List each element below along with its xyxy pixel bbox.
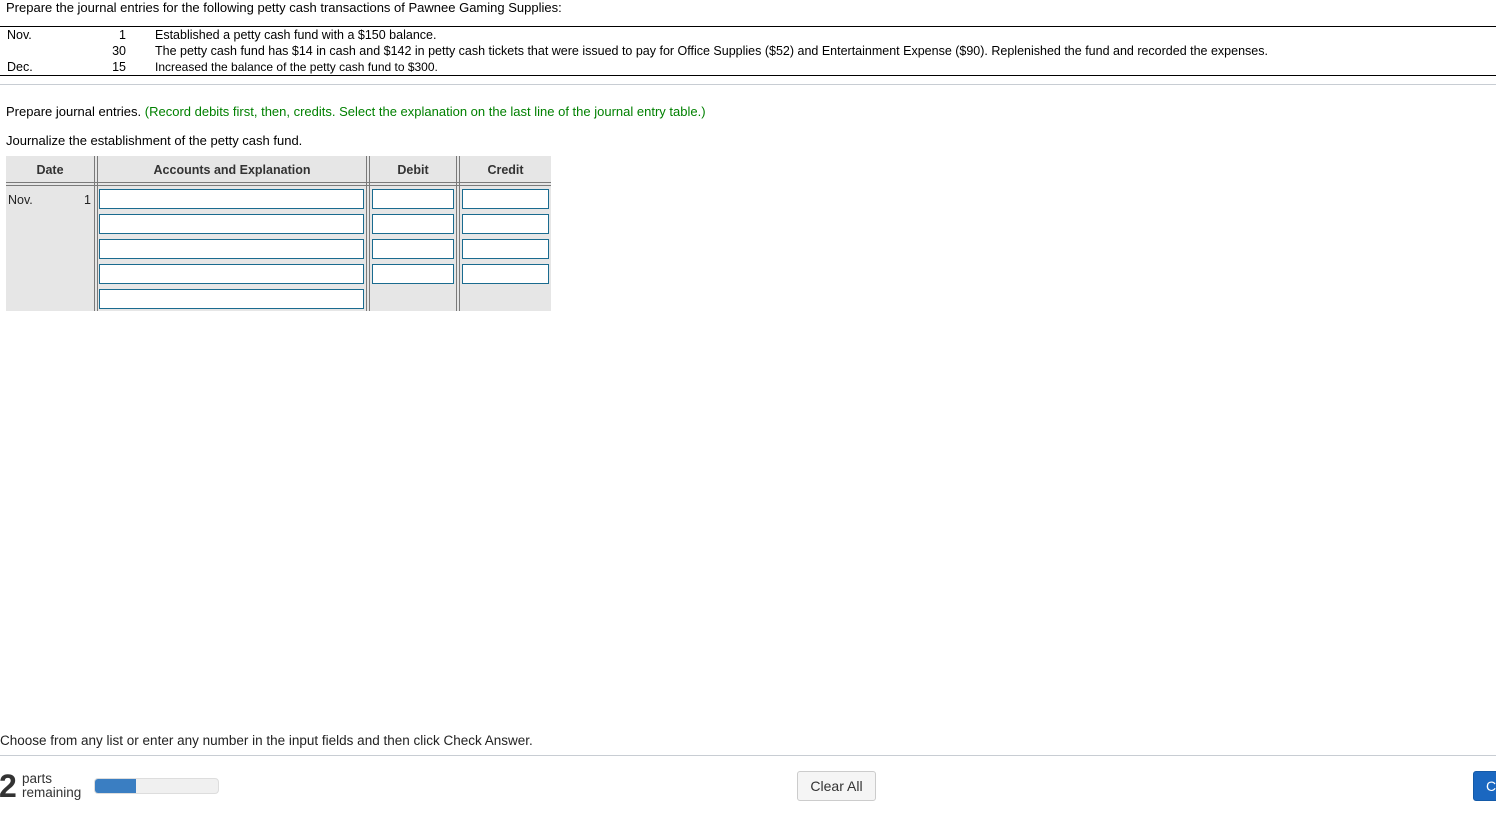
account-input-4[interactable] <box>99 264 364 284</box>
transaction-month: Nov. <box>7 28 32 42</box>
header-divider <box>6 182 551 186</box>
transaction-row: Nov. 1 Established a petty cash fund wit… <box>0 27 1496 44</box>
transaction-row: Dec. 15 Increased the balance of the pet… <box>0 59 1496 76</box>
transaction-description: Established a petty cash fund with a $15… <box>155 28 437 42</box>
parts-label-line-1: parts <box>22 771 53 786</box>
transaction-day: 1 <box>119 28 126 42</box>
debit-input-3[interactable] <box>372 239 454 259</box>
transaction-month <box>0 43 92 59</box>
debit-input-4[interactable] <box>372 264 454 284</box>
transaction-row: 30 The petty cash fund has $14 in cash a… <box>0 43 1496 59</box>
credit-input-2[interactable] <box>462 214 549 234</box>
header-credit: Credit <box>487 163 524 177</box>
account-input-1[interactable] <box>99 189 364 209</box>
check-answer-button[interactable]: C <box>1473 771 1496 801</box>
divider <box>0 84 1496 85</box>
transaction-description: The petty cash fund has $14 in cash and … <box>155 44 1268 58</box>
debit-input-2[interactable] <box>372 214 454 234</box>
subtask-prompt: Journalize the establishment of the pett… <box>6 133 303 148</box>
account-input-2[interactable] <box>99 214 364 234</box>
footer-instructions: Choose from any list or enter any number… <box>0 733 533 748</box>
credit-input-4[interactable] <box>462 264 549 284</box>
transaction-description: Increased the balance of the petty cash … <box>155 60 438 74</box>
entry-date-day: 1 <box>84 193 91 207</box>
entry-date-month: Nov. <box>8 193 33 207</box>
instructions-hint: (Record debits first, then, credits. Sel… <box>144 104 706 119</box>
column-divider <box>456 156 460 311</box>
transaction-month: Dec. <box>7 60 33 74</box>
column-divider <box>366 156 370 311</box>
debit-input-1[interactable] <box>372 189 454 209</box>
column-divider <box>94 156 98 311</box>
header-debit: Debit <box>397 163 429 177</box>
credit-input-1[interactable] <box>462 189 549 209</box>
transaction-day: 30 <box>112 44 126 58</box>
instructions: Prepare journal entries. (Record debits … <box>6 104 706 119</box>
account-input-3[interactable] <box>99 239 364 259</box>
progress-fill <box>95 779 136 793</box>
footer-divider <box>0 755 1496 756</box>
journal-entry-table: Date Accounts and Explanation Debit Cred… <box>6 156 551 311</box>
instructions-main: Prepare journal entries. <box>6 104 142 119</box>
header-accounts: Accounts and Explanation <box>153 163 311 177</box>
problem-intro: Prepare the journal entries for the foll… <box>6 0 562 15</box>
parts-progress-bar <box>94 778 219 794</box>
transaction-day: 15 <box>112 60 126 74</box>
credit-input-3[interactable] <box>462 239 549 259</box>
parts-label-line-2: remaining <box>22 785 82 800</box>
transactions-table: Nov. 1 Established a petty cash fund wit… <box>0 26 1496 76</box>
header-date: Date <box>36 163 64 177</box>
parts-remaining-count: 2 <box>0 768 17 804</box>
explanation-input[interactable] <box>99 289 364 309</box>
parts-remaining-label: parts remaining <box>22 772 81 800</box>
clear-all-button[interactable]: Clear All <box>797 771 876 801</box>
